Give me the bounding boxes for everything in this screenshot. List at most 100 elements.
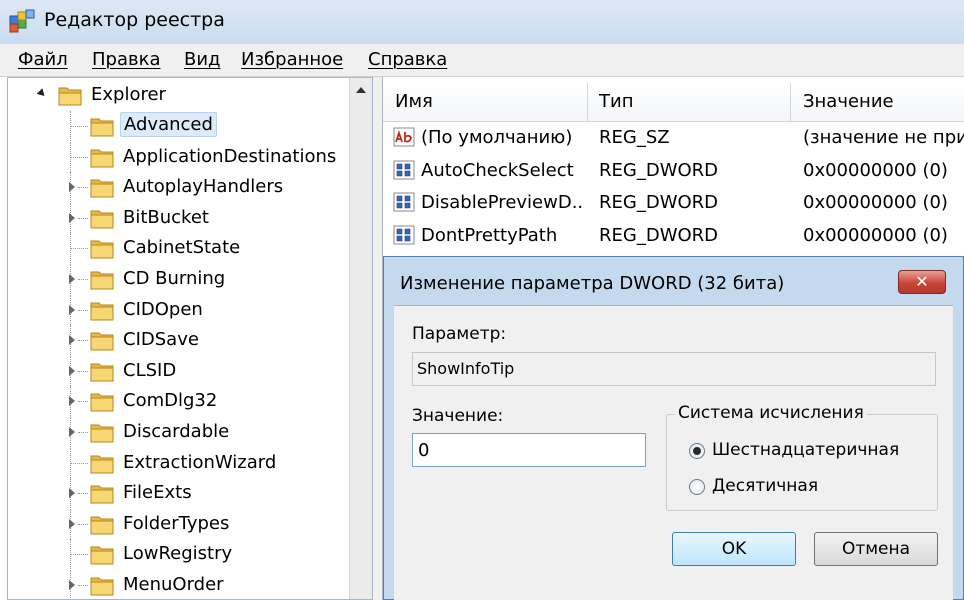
radio-decimal-label[interactable]: Десятичная xyxy=(712,476,818,496)
tree-item-label: CIDSave xyxy=(123,329,199,351)
tree-item-label: CabinetState xyxy=(123,237,241,259)
tree-item[interactable]: CIDSave xyxy=(8,325,348,356)
radix-group-label: Система исчисления xyxy=(675,403,867,423)
cell-value: 0x00000000 (0) xyxy=(803,224,948,246)
folder-icon xyxy=(90,546,114,565)
tree-guide-line xyxy=(78,370,88,372)
window-title: Редактор реестра xyxy=(44,9,225,31)
folder-icon xyxy=(90,455,114,474)
string-value-icon xyxy=(393,127,415,147)
expand-arrow-icon[interactable] xyxy=(69,304,75,315)
tree-item[interactable]: CabinetState xyxy=(8,233,348,264)
scroll-up-arrow-icon[interactable] xyxy=(356,87,366,93)
tree-item-label: CIDOpen xyxy=(123,298,203,320)
folder-icon xyxy=(90,210,114,229)
registry-tree[interactable]: Explorer Advanced ApplicationDestinations… xyxy=(7,77,373,600)
tree-item-label-selected: Advanced xyxy=(120,112,217,137)
tree-scrollbar[interactable] xyxy=(349,78,372,599)
tree-item-label: ComDlg32 xyxy=(123,390,218,412)
radio-hex-label[interactable]: Шестнадцатеричная xyxy=(712,440,899,460)
cell-name: AutoCheckSelect xyxy=(421,159,574,181)
tree-item[interactable]: LowRegistry xyxy=(8,539,348,570)
tree-item-label: MenuOrder xyxy=(123,574,224,595)
radio-button-decimal[interactable] xyxy=(689,479,705,495)
menu-view[interactable]: Вид xyxy=(184,49,221,70)
tree-item-label: FileExts xyxy=(123,482,192,504)
menu-bar: Файл Правка Вид Избранное Справка xyxy=(0,44,964,77)
cell-name: DisablePreviewD... xyxy=(421,192,585,213)
expand-arrow-icon[interactable] xyxy=(69,427,75,437)
tree-item-label: ExtractionWizard xyxy=(123,451,277,473)
tree-item-label: CD Burning xyxy=(123,268,226,289)
ok-button[interactable]: OK xyxy=(672,532,796,566)
tree-item-label: BitBucket xyxy=(123,206,209,228)
radix-groupbox: Система исчисления Шестнадцатеричная Дес… xyxy=(666,403,938,511)
folder-icon xyxy=(90,118,114,137)
expand-arrow-icon[interactable] xyxy=(69,518,75,529)
tree-guide-line xyxy=(78,187,88,189)
tree-guide-line xyxy=(71,248,88,250)
tree-item[interactable]: CLSID xyxy=(8,355,348,386)
menu-help[interactable]: Справка xyxy=(368,49,447,70)
column-header-value[interactable]: Значение xyxy=(803,91,894,112)
menu-edit[interactable]: Правка xyxy=(92,49,161,70)
folder-icon xyxy=(90,424,114,443)
list-row[interactable]: DontPrettyPath REG_DWORD 0x00000000 (0) xyxy=(383,220,964,252)
folder-icon xyxy=(90,577,114,596)
tree-item[interactable]: FileExts xyxy=(8,478,348,509)
folder-icon xyxy=(90,302,114,321)
folder-icon xyxy=(90,363,114,382)
value-data-input[interactable] xyxy=(412,433,646,467)
folder-icon xyxy=(90,240,114,259)
expand-arrow-icon[interactable] xyxy=(69,182,75,193)
cell-value: (значение не при xyxy=(803,127,964,148)
registry-editor-window: Редактор реестра Файл Правка Вид Избранн… xyxy=(0,0,964,600)
collapse-arrow-icon[interactable] xyxy=(36,88,48,99)
expand-arrow-icon[interactable] xyxy=(69,212,75,223)
tree-item[interactable]: MenuOrder xyxy=(8,570,348,599)
tree-item-label: LowRegistry xyxy=(123,543,233,565)
folder-icon xyxy=(90,393,114,412)
menu-favorites[interactable]: Избранное xyxy=(241,49,343,70)
edit-dword-dialog: Изменение параметра DWORD (32 бита) ✕ Па… xyxy=(383,256,964,600)
expand-arrow-icon[interactable] xyxy=(69,274,75,284)
tree-item[interactable]: ApplicationDestinations xyxy=(8,141,348,172)
expand-arrow-icon[interactable] xyxy=(69,580,75,590)
expand-arrow-icon[interactable] xyxy=(69,488,75,499)
cell-value: 0x00000000 (0) xyxy=(803,159,948,181)
tree-item[interactable]: ComDlg32 xyxy=(8,386,348,417)
dword-value-icon xyxy=(393,225,415,244)
dialog-close-button[interactable]: ✕ xyxy=(898,270,946,294)
expand-arrow-icon[interactable] xyxy=(69,396,75,407)
tree-item[interactable]: BitBucket xyxy=(8,202,348,233)
radio-button-hex[interactable] xyxy=(689,443,705,459)
tree-guide-line xyxy=(71,126,88,127)
expand-arrow-icon[interactable] xyxy=(69,335,75,346)
tree-guide-line xyxy=(78,432,88,433)
tree-item-explorer[interactable]: Explorer xyxy=(8,80,348,110)
cell-type: REG_SZ xyxy=(599,127,670,148)
folder-open-icon xyxy=(58,87,82,106)
param-name-field: ShowInfoTip xyxy=(412,352,936,386)
cancel-button[interactable]: Отмена xyxy=(814,532,938,566)
tree-item[interactable]: FolderTypes xyxy=(8,508,348,539)
pane-splitter[interactable] xyxy=(373,77,382,600)
list-row[interactable]: DisablePreviewD... REG_DWORD 0x00000000 (0… xyxy=(383,187,964,219)
tree-item[interactable]: Advanced xyxy=(8,111,348,141)
tree-item[interactable]: ExtractionWizard xyxy=(8,447,348,478)
menu-file[interactable]: Файл xyxy=(18,49,68,70)
tree-item[interactable]: Discardable xyxy=(8,417,348,447)
expand-arrow-icon[interactable] xyxy=(69,365,75,376)
column-header-name[interactable]: Имя xyxy=(395,91,433,112)
tree-item-label: FolderTypes xyxy=(123,512,230,534)
tree-item[interactable]: CIDOpen xyxy=(8,294,348,325)
tree-item[interactable]: AutoplayHandlers xyxy=(8,172,348,203)
cell-value: 0x00000000 (0) xyxy=(803,192,948,213)
dialog-title: Изменение параметра DWORD (32 бита) xyxy=(400,273,785,294)
list-row[interactable]: AutoCheckSelect REG_DWORD 0x00000000 (0) xyxy=(383,155,964,187)
tree-guide-line xyxy=(78,279,88,280)
tree-item[interactable]: CD Burning xyxy=(8,264,348,294)
title-bar[interactable]: Редактор реестра xyxy=(0,0,964,44)
list-row[interactable]: (По умолчанию) REG_SZ (значение не при xyxy=(383,122,964,154)
column-header-type[interactable]: Тип xyxy=(599,91,633,112)
